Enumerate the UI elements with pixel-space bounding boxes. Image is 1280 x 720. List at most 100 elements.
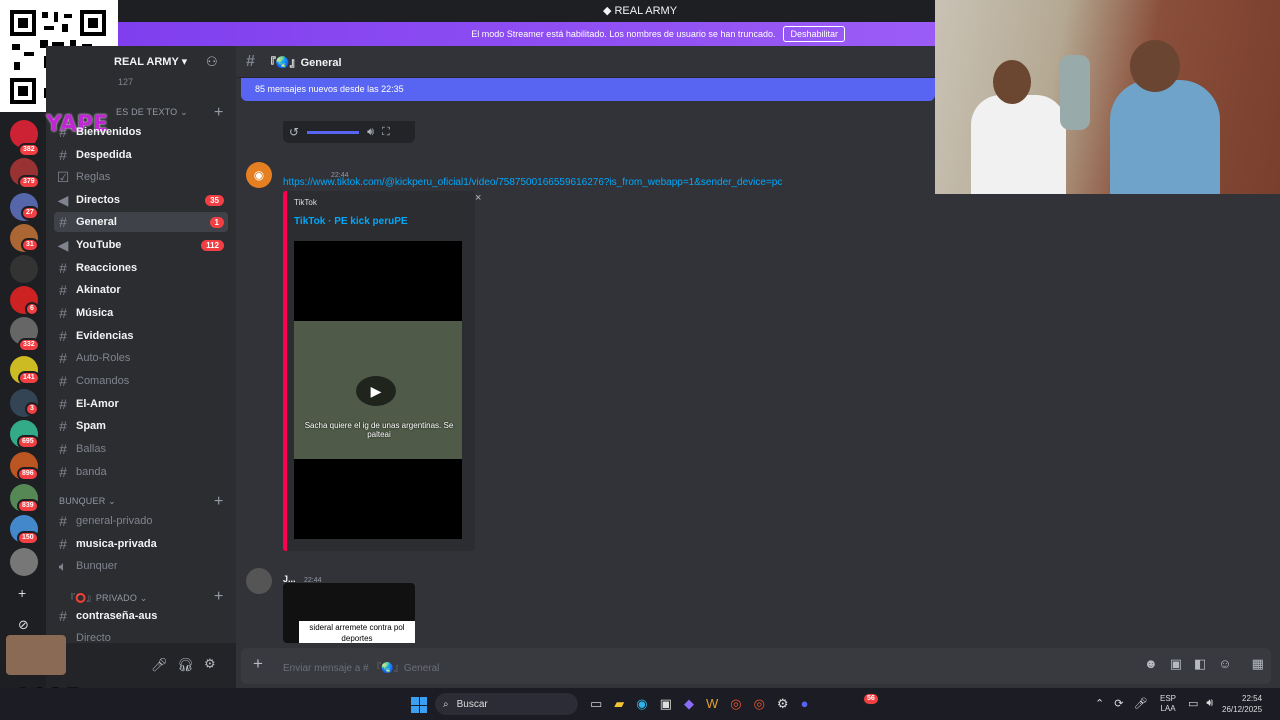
channel-reacciones[interactable]: # Reacciones: [56, 258, 137, 278]
channel-ballas[interactable]: # Ballas: [56, 439, 106, 459]
emoji-icon[interactable]: ☺: [1218, 656, 1231, 672]
new-messages-bar[interactable]: 85 mensajes nuevos desde las 22:35: [241, 78, 935, 101]
volume-icon[interactable]: 🔊︎: [367, 126, 374, 139]
channel-evidencias[interactable]: # Evidencias: [56, 326, 133, 346]
channel-spam[interactable]: # Spam: [56, 416, 106, 436]
message-link[interactable]: https://www.tiktok.com/@kickperu_oficial…: [283, 177, 782, 188]
server-badge: 27: [21, 206, 39, 220]
sticker-icon[interactable]: ◧: [1194, 656, 1206, 672]
unread-count: 1: [209, 217, 224, 228]
add-channel-icon[interactable]: +: [214, 588, 223, 606]
channel-banda[interactable]: # banda: [56, 462, 107, 482]
language-indicator[interactable]: ESP LAA: [1160, 694, 1176, 714]
chrome-icon[interactable]: ◎: [730, 696, 741, 712]
add-attachment-icon[interactable]: +: [253, 654, 263, 674]
add-channel-icon[interactable]: +: [214, 493, 223, 511]
server-icon: ◆: [602, 5, 612, 17]
server-badge: 382: [18, 143, 40, 157]
channel-akinator[interactable]: # Akinator: [56, 280, 121, 300]
game-icon[interactable]: W: [706, 696, 718, 712]
hash-icon: #: [59, 260, 67, 276]
volume-slider[interactable]: [307, 130, 360, 134]
headphones-icon[interactable]: 🎧︎: [177, 656, 194, 674]
display-icon[interactable]: ▭: [1188, 697, 1198, 710]
channel-contrasena-aus[interactable]: # contraseña-aus: [56, 606, 157, 626]
category-bunker[interactable]: BUNQUER ⌄: [59, 496, 116, 507]
channel-general-privado[interactable]: # general-privado: [56, 511, 152, 531]
volume-icon[interactable]: 🔊︎: [1206, 697, 1213, 710]
channel-general[interactable]: # General: [54, 212, 228, 232]
gif-icon[interactable]: ▣: [1170, 656, 1182, 672]
disable-streamer-button[interactable]: Deshabilitar: [783, 26, 845, 42]
settings-gear-icon[interactable]: ⚙: [204, 655, 216, 673]
edge-icon[interactable]: ◉: [636, 696, 647, 712]
discord-icon[interactable]: ●: [801, 696, 809, 712]
chevron-up-icon[interactable]: ⌃: [1095, 697, 1104, 710]
system-tray: ⌃ ⟳ 🎤︎: [1095, 697, 1147, 710]
server-name[interactable]: REAL ARMY ▾: [114, 55, 187, 68]
channel-reglas[interactable]: ☑ Reglas: [56, 167, 111, 187]
microphone-icon[interactable]: 🎤︎: [1133, 697, 1147, 710]
close-icon[interactable]: ×: [475, 192, 481, 204]
add-member-icon[interactable]: ⚇: [206, 54, 218, 70]
channel-despedida[interactable]: # Despedida: [56, 145, 132, 165]
file-explorer-icon[interactable]: ▰: [614, 696, 624, 712]
category-private[interactable]: 『⭕』PRIVADO ⌄: [66, 591, 148, 604]
person-3-head: [1130, 40, 1180, 92]
embed-provider: TikTok: [294, 198, 317, 207]
window-title: REAL ARMY: [614, 5, 678, 17]
taskbar-search[interactable]: ⌕ Buscar: [435, 693, 578, 715]
hash-icon: #: [59, 373, 67, 389]
hash-icon: #: [59, 214, 67, 230]
server-icon-5[interactable]: [10, 255, 38, 283]
chrome-alt-icon[interactable]: ◎: [754, 696, 765, 712]
channel-auto-roles[interactable]: # Auto-Roles: [56, 348, 130, 368]
channel-comandos[interactable]: # Comandos: [56, 371, 129, 391]
channel-bunquer[interactable]: 🔈︎ Bunquer: [56, 556, 118, 576]
server-badge: 332: [18, 338, 40, 352]
server-badge: 839: [17, 499, 39, 513]
gift-icon[interactable]: ☻: [1144, 656, 1158, 672]
composer-actions: ☻ ▣ ◧ ☺ ▦: [1144, 656, 1264, 672]
clock[interactable]: 22:54 26/12/2025: [1222, 693, 1262, 715]
message-input[interactable]: Enviar mensaje a # 『🌏』General: [241, 648, 1271, 684]
channel-youtube[interactable]: ◀ YouTube: [56, 235, 122, 255]
server-icon-14[interactable]: [10, 548, 38, 576]
channel-musica-privada[interactable]: # musica-privada: [56, 534, 157, 554]
video-thumbnail[interactable]: sideral arremete contra pol deportes: [283, 583, 415, 643]
user-panel: 🎤︎ 🎧︎ ⚙: [6, 635, 236, 688]
windows-start-icon[interactable]: [411, 697, 427, 713]
channel-bienvenidos[interactable]: # Bienvenidos: [56, 122, 141, 142]
apps-icon[interactable]: ▦: [1252, 656, 1264, 672]
streamer-banner-text: El modo Streamer está habilitado. Los no…: [471, 29, 776, 39]
server-badge: 6: [25, 302, 39, 316]
video-embed[interactable]: ▶ Sacha quiere el ig de unas argentinas.…: [294, 241, 462, 539]
task-view-icon[interactable]: ▭: [590, 696, 602, 712]
message-composer: Enviar mensaje a # 『🌏』General + ☻ ▣ ◧ ☺ …: [236, 643, 1280, 688]
avatar[interactable]: [6, 635, 66, 675]
channel-directos[interactable]: ◀ Directos: [56, 190, 120, 210]
sync-icon[interactable]: ⟳: [1114, 697, 1123, 710]
author-avatar[interactable]: ◉: [246, 162, 272, 188]
microphone-icon[interactable]: 🎤︎: [151, 656, 168, 674]
discover-icon[interactable]: ⊘: [18, 617, 29, 633]
category-text-channels[interactable]: ES DE TEXTO ⌄: [116, 107, 188, 118]
video-caption: Sacha quiere el ig de unas argentinas. S…: [304, 421, 454, 439]
replay-icon[interactable]: ↺: [289, 125, 299, 139]
author-avatar[interactable]: [246, 568, 272, 594]
hash-icon: #: [59, 282, 67, 298]
hash-icon: #: [59, 350, 67, 366]
steam-icon[interactable]: ⚙: [777, 696, 789, 712]
channel-musica[interactable]: # Música: [56, 303, 113, 323]
play-icon[interactable]: ▶: [356, 376, 396, 406]
channel-el-amor[interactable]: # El-Amor: [56, 394, 119, 414]
thumbnail-caption: sideral arremete contra pol deportes: [299, 621, 415, 643]
streamer-mode-banner: El modo Streamer está habilitado. Los no…: [0, 22, 935, 46]
copilot-icon[interactable]: ◆: [684, 696, 694, 712]
fullscreen-icon[interactable]: ⛶: [382, 126, 390, 139]
add-server-icon[interactable]: +: [18, 585, 26, 601]
embed-title[interactable]: TikTok · PE kick peruPE: [294, 216, 408, 227]
store-icon[interactable]: ▣: [660, 696, 672, 712]
add-channel-icon[interactable]: +: [214, 104, 223, 122]
embed: TikTok TikTok · PE kick peruPE ▶ Sacha q…: [283, 191, 475, 551]
